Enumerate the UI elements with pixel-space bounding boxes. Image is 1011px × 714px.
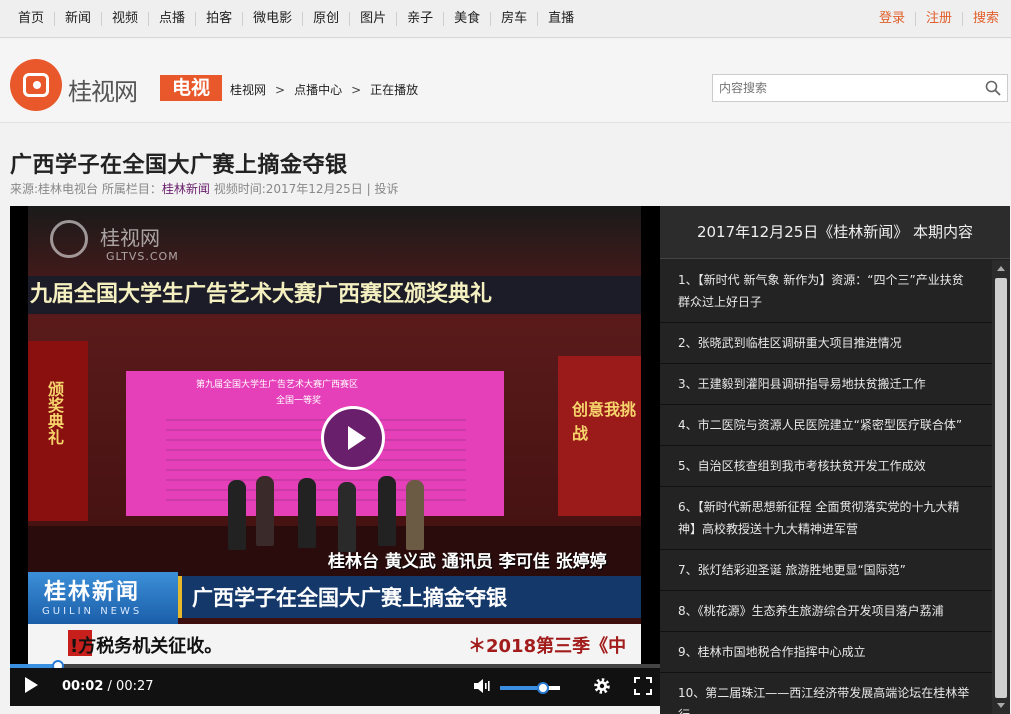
volume-slider[interactable] [500,682,560,694]
meta-source: 来源:桂林电视台 所属栏目： [10,182,162,196]
video-controls: 00:02 / 00:27 [10,668,660,706]
nav-item-video[interactable]: 视频 [102,12,150,26]
news-ticker: !方税务机关征收。 ＊2018第三季《中 [28,624,641,664]
breadcrumb: 桂视网 > 点播中心 > 正在播放 [230,81,418,98]
screen-title: 第九届全国大学生广告艺术大赛广西赛区 [196,380,359,390]
site-header: 桂视网 电视 桂视网 > 点播中心 > 正在播放 [0,39,1011,123]
breadcrumb-separator: > [351,82,362,97]
top-nav-items: 首页 新闻 视频 点播 拍客 微电影 原创 图片 亲子 美食 房车 直播 [8,0,584,38]
episode-playlist: 2017年12月25日《桂林新闻》 本期内容 1、【新时代 新气象 新作为】资源… [660,206,1010,714]
watermark-logo-icon [50,220,88,258]
scroll-down-arrow-icon[interactable] [997,703,1005,708]
top-nav-account: 登录 注册 搜索 [869,0,1009,38]
volume-knob[interactable] [537,682,550,694]
stage-people [228,476,428,556]
person-figure [256,476,274,546]
lower-third-logo: 桂林新闻 GUILIN NEWS [28,572,178,624]
nav-item-original[interactable]: 原创 [303,12,351,26]
volume-icon[interactable] [473,677,491,695]
watermark-text: 桂视网 [100,226,160,250]
register-link[interactable]: 注册 [916,12,963,26]
video-caption: 桂林台 黄义武 通讯员 李可佳 张婷婷 [328,552,607,572]
nav-item-home[interactable]: 首页 [8,12,56,26]
brand-name: 桂视网 [68,78,138,106]
time-display: 00:02 / 00:27 [62,679,154,694]
meta-column-link[interactable]: 桂林新闻 [162,182,210,196]
search-box [712,74,1008,102]
nav-item-parenting[interactable]: 亲子 [397,12,445,26]
watermark-url: GLTVS.COM [106,250,179,263]
article-meta: 来源:桂林电视台 所属栏目：桂林新闻 视频时间:2017年12月25日 | 投诉 [10,180,399,197]
search-input[interactable] [713,75,973,101]
time-separator: / [103,679,117,694]
person-figure [298,478,316,548]
duration: 00:27 [116,679,154,694]
video-watermark: 桂视网 GLTVS.COM [50,218,200,266]
lower-third: 桂林新闻 GUILIN NEWS 广西学子在全国大广赛上摘金夺银 [28,572,641,624]
playlist-item[interactable]: 7、张灯结彩迎圣诞 旅游胜地更显“国际范” [660,550,992,591]
play-icon[interactable] [22,676,40,694]
person-figure [228,480,246,550]
gear-icon[interactable] [592,676,612,696]
playlist-item[interactable]: 10、第二届珠江——西江经济带发展高端论坛在桂林举行 [660,673,992,714]
meta-time: 视频时间:2017年12月25日 [209,182,363,196]
scroll-up-arrow-icon[interactable] [997,266,1005,271]
playlist-item[interactable]: 3、王建毅到灌阳县调研指导易地扶贫搬迁工作 [660,364,992,405]
playlist-scrollbar[interactable] [992,260,1010,714]
site-logo[interactable] [10,59,62,111]
login-link[interactable]: 登录 [869,12,916,26]
playlist-item[interactable]: 6、【新时代新思想新征程 全面贯彻落实党的十九大精神】高校教授送十九大精神进军营 [660,487,992,550]
playlist-item[interactable]: 9、桂林市国地税合作指挥中心成立 [660,632,992,673]
person-figure [378,476,396,546]
breadcrumb-home[interactable]: 桂视网 [230,81,266,98]
page-title: 广西学子在全国大广赛上摘金夺银 [10,153,348,178]
ticker-text-left: !方税务机关征收。 [70,636,223,657]
nav-item-vod[interactable]: 点播 [149,12,197,26]
stage-right-panel: 创意我挑战 [558,356,641,516]
lower-third-program-en: GUILIN NEWS [42,606,143,617]
left-sign: 颁奖典礼 [45,381,64,445]
scroll-thumb[interactable] [995,278,1007,698]
nav-item-news[interactable]: 新闻 [55,12,103,26]
ticker-text-right: ＊2018第三季《中 [468,636,627,657]
breadcrumb-current: 正在播放 [370,83,419,97]
video-player[interactable]: 桂视网 GLTVS.COM 九届全国大学生广告艺术大赛广西赛区颁奖典礼 颁奖典礼… [10,206,660,706]
screen-subtitle: 全国一等奖 [276,396,322,406]
tv-tag: 电视 [160,75,222,101]
lower-third-title: 广西学子在全国大广赛上摘金夺银 [192,586,507,610]
big-play-button[interactable] [321,406,385,470]
stage-left-panel: 颁奖典礼 [28,341,88,521]
playlist-item[interactable]: 8、《桃花源》生态养生旅游综合开发项目落户荔浦 [660,591,992,632]
nav-item-rv[interactable]: 房车 [491,12,539,26]
search-link[interactable]: 搜索 [963,12,1009,26]
right-sign: 创意我挑战 [572,400,637,443]
person-figure [406,480,424,550]
breadcrumb-separator: > [275,82,286,97]
playlist-header: 2017年12月25日《桂林新闻》 本期内容 [660,206,1010,259]
nav-item-micro-film[interactable]: 微电影 [243,12,304,26]
nav-item-pictures[interactable]: 图片 [350,12,398,26]
lower-third-program: 桂林新闻 [44,580,141,605]
logo-dot [33,81,41,89]
nav-item-food[interactable]: 美食 [444,12,492,26]
playlist-item[interactable]: 2、张晓武到临桂区调研重大项目推进情况 [660,323,992,364]
stage-banner: 九届全国大学生广告艺术大赛广西赛区颁奖典礼 [28,276,641,314]
playlist-item[interactable]: 5、自治区核查组到我市考核扶贫开发工作成效 [660,446,992,487]
fullscreen-icon[interactable] [634,677,652,695]
report-link[interactable]: | 投诉 [363,182,399,196]
nav-item-paike[interactable]: 拍客 [196,12,244,26]
playlist-item[interactable]: 4、市二医院与资源人民医院建立“紧密型医疗联合体” [660,405,992,446]
playlist-items: 1、【新时代 新气象 新作为】资源：“四个三”产业扶贫 群众过上好日子 2、张晓… [660,260,992,714]
current-time: 00:02 [62,679,104,694]
breadcrumb-vod-center[interactable]: 点播中心 [294,81,342,98]
lower-third-headline: 广西学子在全国大广赛上摘金夺银 [178,576,641,618]
top-nav: 首页 新闻 视频 点播 拍客 微电影 原创 图片 亲子 美食 房车 直播 登录 … [0,0,1011,38]
playlist-item[interactable]: 1、【新时代 新气象 新作为】资源：“四个三”产业扶贫 群众过上好日子 [660,260,992,323]
video-frame: 桂视网 GLTVS.COM 九届全国大学生广告艺术大赛广西赛区颁奖典礼 颁奖典礼… [28,206,641,664]
nav-item-live[interactable]: 直播 [538,12,584,26]
search-icon[interactable] [985,80,1001,96]
person-figure [338,482,356,552]
